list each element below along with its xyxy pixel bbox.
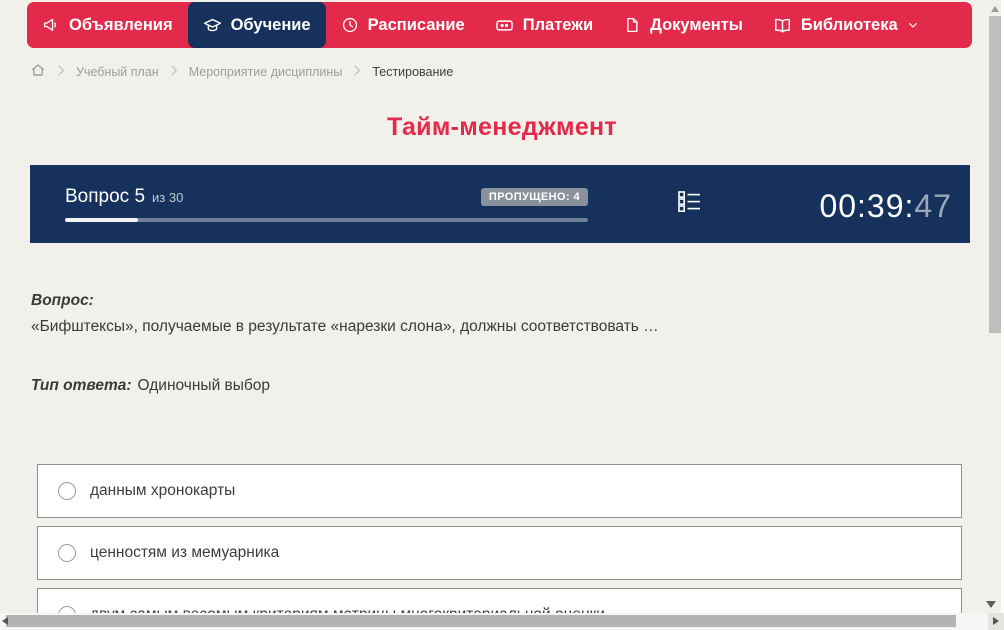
nav-item-library[interactable]: Библиотека [758,2,934,48]
progress-fill [65,218,138,222]
answer-option-label: ценностям из мемуарника [90,544,279,562]
timer-seconds: 47 [914,188,952,224]
question-list-icon [676,188,703,220]
megaphone-icon [42,16,60,34]
nav-item-label: Объявления [69,16,173,35]
vertical-scrollbar-thumb[interactable] [989,16,1001,333]
skipped-badge: ПРОПУЩЕНО: 4 [481,188,588,206]
question-number: Вопрос 5 [65,186,145,208]
nav-item-announcements[interactable]: Объявления [27,2,188,48]
breadcrumb-chevron-icon [57,65,65,79]
horizontal-scrollbar-thumb[interactable] [6,615,956,627]
nav-item-label: Библиотека [801,16,898,35]
nav-item-payments[interactable]: Платежи [480,2,608,48]
breadcrumb-curriculum[interactable]: Учебный план [76,65,159,79]
breadcrumb-chevron-icon [353,65,361,79]
breadcrumb: Учебный план Мероприятие дисциплины Тест… [30,62,453,81]
question-text: «Бифштексы», получаемые в результате «на… [31,318,951,336]
home-icon[interactable] [30,62,46,81]
question-total: из 30 [152,190,183,205]
nav-item-label: Платежи [523,16,593,35]
timer: 00:39:47 [819,188,952,225]
scroll-up-arrow-icon[interactable] [991,6,999,12]
timer-main: 00:39: [819,188,914,224]
breadcrumb-chevron-icon [170,65,178,79]
scroll-right-arrow-icon[interactable] [993,617,999,625]
lms-test-page: Объявления Обучение Расписание [0,0,1004,630]
progress-bar [65,218,588,222]
page-title: Тайм-менеджмент [0,113,1004,142]
book-icon [773,16,792,35]
nav-item-learning[interactable]: Обучение [188,2,326,48]
question-list-button[interactable] [676,188,703,220]
nav-item-label: Обучение [231,16,311,35]
document-icon [623,16,641,34]
answer-option-2[interactable]: ценностям из мемуарника [37,526,962,580]
nav-item-label: Расписание [368,16,465,35]
question-label: Вопрос: [31,292,94,310]
graduation-cap-icon [203,16,222,35]
answer-option-label: данным хронокарты [90,482,235,500]
nav-item-label: Документы [650,16,743,35]
answer-type-label: Тип ответа: [31,377,132,394]
clock-icon [341,16,359,34]
answer-option-1[interactable]: данным хронокарты [37,464,962,518]
answer-type-row: Тип ответа: Одиночный выбор [31,377,270,395]
nav-item-documents[interactable]: Документы [608,2,758,48]
answer-type-value: Одиночный выбор [138,377,271,394]
radio-button[interactable] [58,482,76,500]
scroll-left-arrow-icon[interactable] [2,617,8,625]
radio-button[interactable] [58,544,76,562]
chevron-down-icon [907,19,919,31]
question-header-panel: Вопрос 5 из 30 ПРОПУЩЕНО: 4 00:39:47 [30,165,970,243]
breadcrumb-testing: Тестирование [372,65,453,79]
scroll-down-arrow-icon[interactable] [986,601,996,608]
breadcrumb-discipline-event[interactable]: Мероприятие дисциплины [189,65,343,79]
banknote-icon [495,16,514,35]
question-progress-block: Вопрос 5 из 30 ПРОПУЩЕНО: 4 [65,186,588,222]
main-navigation: Объявления Обучение Расписание [27,2,972,48]
nav-item-schedule[interactable]: Расписание [326,2,480,48]
